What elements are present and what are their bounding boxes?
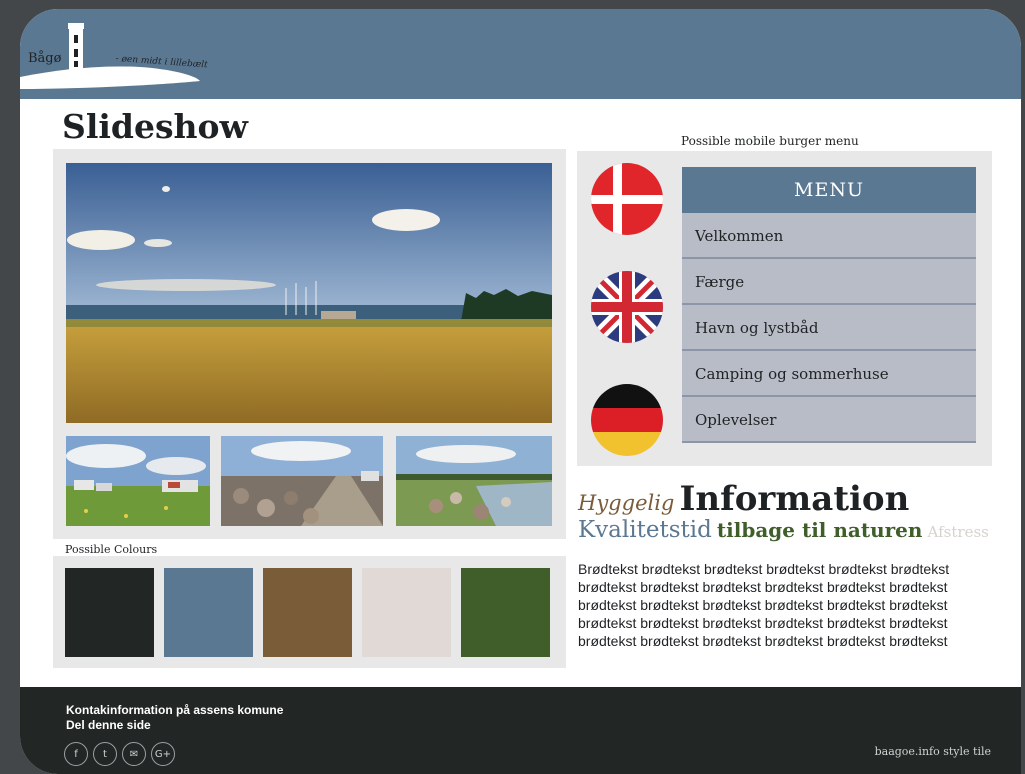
typography-line-2: Kvalitetstid tilbage til naturen Afstres… [578, 517, 989, 543]
menu-item-oplevelser[interactable]: Oplevelser [682, 397, 976, 443]
word-information: Information [679, 479, 910, 519]
colour-swatch [263, 568, 352, 657]
slideshow-main-image[interactable] [66, 163, 552, 423]
colour-palette [53, 556, 566, 668]
email-icon[interactable]: ✉ [122, 742, 146, 766]
body-text-sample: Brødtekst brødtekst brødtekst brødtekst … [578, 561, 950, 649]
word-tilbage-til-naturen: tilbage til naturen [716, 518, 923, 542]
uk-flag-icon[interactable] [591, 271, 663, 343]
thumbnail-harbour-pier[interactable] [221, 436, 383, 526]
page-frame: Bågø - øen midt i lillebælt Slideshow Po… [20, 9, 1021, 774]
slideshow-title: Slideshow [62, 107, 248, 146]
menu-item-havn[interactable]: Havn og lystbåd [682, 305, 976, 351]
colour-swatch [461, 568, 550, 657]
google-plus-icon[interactable]: G+ [151, 742, 175, 766]
thumbnail-beach[interactable] [396, 436, 552, 526]
share-page-link[interactable]: Del denne side [66, 718, 151, 732]
german-flag-icon[interactable] [591, 384, 663, 456]
burger-menu: MENU Velkommen Færge Havn og lystbåd Cam… [682, 167, 976, 443]
typography-line-1: Hyggelig Information [578, 479, 909, 519]
facebook-icon[interactable]: f [64, 742, 88, 766]
menu-title[interactable]: MENU [682, 167, 976, 213]
slideshow-panel [53, 149, 566, 539]
word-afstress: Afstress [927, 523, 989, 541]
contact-info-link[interactable]: Kontakinformation på assens komune [66, 703, 283, 717]
logo-name: Bågø [28, 51, 62, 66]
colour-swatch [65, 568, 154, 657]
site-header: Bågø - øen midt i lillebælt [20, 9, 1021, 99]
site-footer: Kontakinformation på assens komune Del d… [20, 687, 1021, 774]
menu-item-camping[interactable]: Camping og sommerhuse [682, 351, 976, 397]
site-logo[interactable]: Bågø - øen midt i lillebælt [20, 9, 220, 99]
thumbnail-camping[interactable] [66, 436, 210, 526]
twitter-icon[interactable]: t [93, 742, 117, 766]
danish-flag-icon[interactable] [591, 163, 663, 235]
colours-label: Possible Colours [65, 543, 158, 556]
menu-item-velkommen[interactable]: Velkommen [682, 213, 976, 259]
burger-menu-panel: MENU Velkommen Færge Havn og lystbåd Cam… [577, 151, 992, 466]
burger-menu-label: Possible mobile burger menu [681, 134, 859, 148]
menu-item-faerge[interactable]: Færge [682, 259, 976, 305]
word-hyggelig: Hyggelig [578, 491, 675, 515]
colour-swatch [362, 568, 451, 657]
colour-swatch [164, 568, 253, 657]
slideshow-thumbnails [66, 436, 552, 526]
word-kvalitetstid: Kvalitetstid [578, 517, 712, 543]
style-tile-credit: baagoe.info style tile [874, 745, 991, 758]
